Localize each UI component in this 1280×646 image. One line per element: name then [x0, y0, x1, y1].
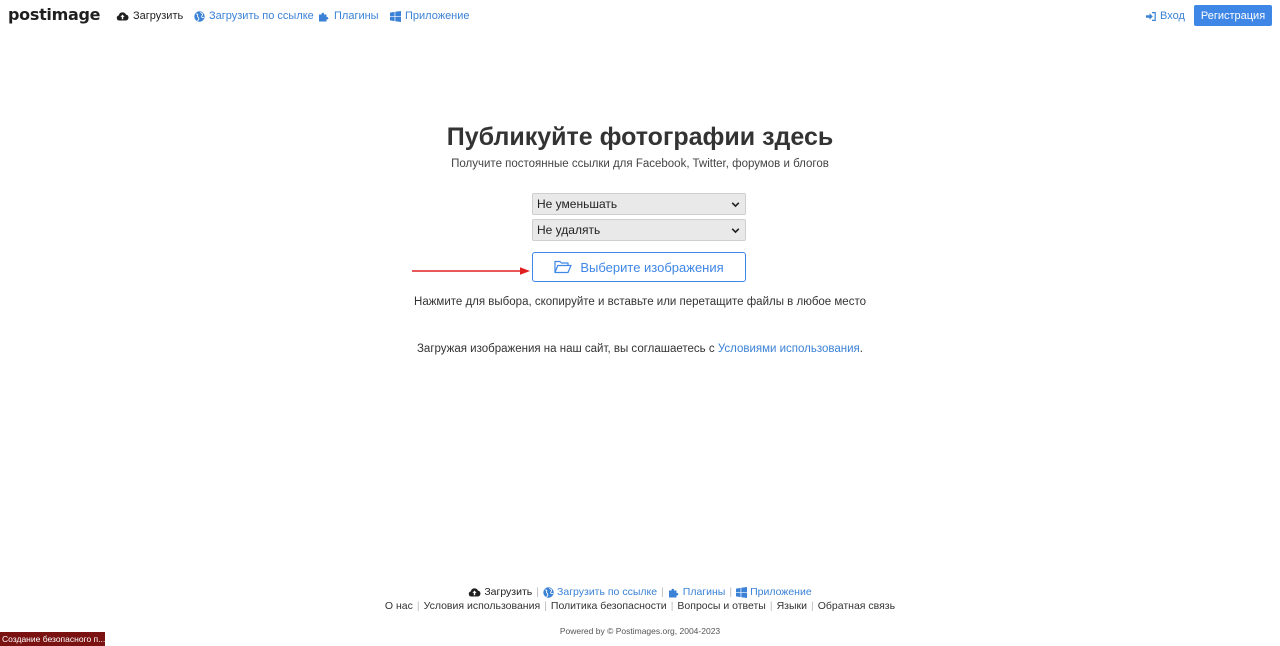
- nav-app[interactable]: Приложение: [390, 9, 470, 23]
- separator: |: [536, 586, 540, 598]
- resize-select-value: Не уменьшать: [537, 197, 618, 211]
- footer-link-privacy[interactable]: Политика безопасности: [551, 599, 667, 613]
- footer-link-faq[interactable]: Вопросы и ответы: [677, 599, 765, 613]
- footer-upload-by-link-label: Загрузить по ссылке: [557, 586, 658, 598]
- footer-link-languages[interactable]: Языки: [777, 599, 807, 613]
- chevron-down-icon: [731, 228, 740, 234]
- terms-notice: Загружая изображения на наш сайт, вы сог…: [300, 341, 980, 357]
- chevron-down-icon: [731, 202, 740, 208]
- nav-plugins[interactable]: Плагины: [318, 9, 379, 23]
- footer-link-feedback[interactable]: Обратная связь: [818, 599, 895, 613]
- sign-in-icon: [1146, 11, 1156, 21]
- register-button[interactable]: Регистрация: [1194, 5, 1272, 26]
- choose-images-label: Выберите изображения: [580, 259, 724, 275]
- footer-upload-by-link[interactable]: Загрузить по ссылке: [543, 585, 657, 599]
- windows-icon: [736, 586, 748, 598]
- footer-link-terms[interactable]: Условия использования: [424, 599, 541, 613]
- footer-upload[interactable]: Загрузить: [468, 585, 532, 599]
- footer-plugins[interactable]: Плагины: [668, 585, 726, 599]
- terms-prefix: Загружая изображения на наш сайт, вы сог…: [416, 343, 718, 355]
- separator: |: [811, 600, 814, 612]
- terms-link[interactable]: Условиями использования: [718, 343, 860, 355]
- page-subtitle: Получите постоянные ссылки для Facebook,…: [451, 158, 829, 170]
- nav-plugins-label: Плагины: [334, 10, 379, 22]
- login-link[interactable]: Вход: [1146, 9, 1185, 23]
- terms-suffix: .: [859, 343, 863, 355]
- footer-nav-secondary: О нас | Условия использования | Политика…: [0, 599, 1280, 613]
- separator: |: [416, 600, 420, 612]
- top-navigation: postimage Загрузить Загрузить по ссылке …: [0, 0, 1280, 32]
- nav-upload-by-link-label: Загрузить по ссылке: [209, 10, 314, 22]
- nav-upload-by-link[interactable]: Загрузить по ссылке: [194, 9, 314, 23]
- globe-icon: [543, 586, 554, 598]
- footer-link-about[interactable]: О нас: [385, 599, 413, 613]
- puzzle-icon: [319, 12, 329, 21]
- footer-plugins-label: Плагины: [682, 586, 726, 598]
- footer-upload-label: Загрузить: [484, 586, 533, 598]
- separator: |: [544, 600, 547, 612]
- puzzle-icon: [668, 588, 679, 597]
- nav-upload-label: Загрузить: [133, 10, 184, 22]
- logo[interactable]: postimage: [8, 5, 100, 25]
- footer-app-label: Приложение: [750, 586, 812, 598]
- page-title: Публикуйте фотографии здесь: [446, 123, 834, 151]
- footer-app[interactable]: Приложение: [736, 585, 812, 599]
- footer-nav-primary: Загрузить | Загрузить по ссылке | Плагин…: [0, 585, 1280, 599]
- red-arrow-annotation: [412, 267, 530, 275]
- separator: |: [729, 586, 733, 598]
- upload-hint: Нажмите для выбора, скопируйте и вставьт…: [414, 296, 866, 308]
- cloud-upload-icon: [469, 588, 481, 597]
- nav-upload[interactable]: Загрузить: [116, 9, 183, 23]
- status-toast[interactable]: Создание безопасного п...: [0, 632, 105, 646]
- separator: |: [769, 600, 773, 612]
- nav-app-label: Приложение: [405, 10, 470, 22]
- separator: |: [661, 586, 664, 598]
- separator: |: [670, 600, 674, 612]
- login-label: Вход: [1160, 10, 1185, 22]
- expire-select[interactable]: Не удалять: [532, 219, 746, 241]
- powered-by: Powered by © Postimages.org, 2004-2023: [559, 626, 721, 636]
- globe-icon: [194, 10, 205, 22]
- folder-open-icon: [554, 260, 572, 274]
- expire-select-value: Не удалять: [537, 223, 601, 237]
- windows-icon: [390, 10, 401, 22]
- cloud-upload-icon: [116, 12, 129, 21]
- choose-images-button[interactable]: Выберите изображения: [532, 252, 746, 282]
- resize-select[interactable]: Не уменьшать: [532, 193, 746, 215]
